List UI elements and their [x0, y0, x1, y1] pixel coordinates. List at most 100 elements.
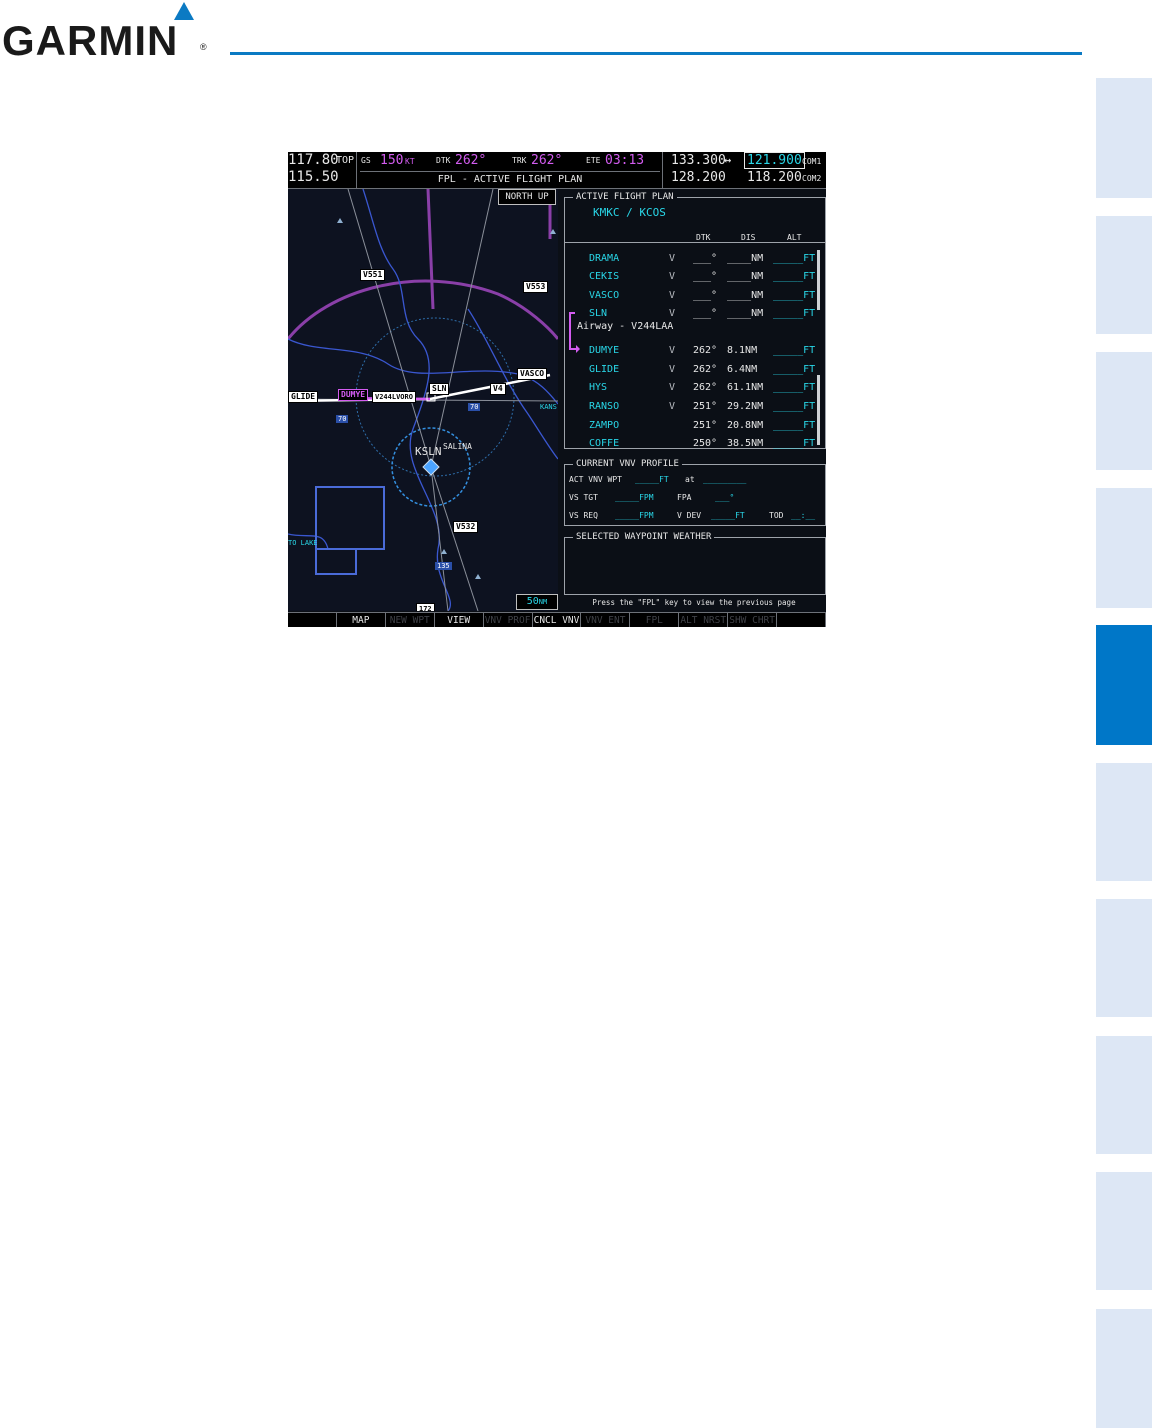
navigation-map[interactable]: V551 V553 VASCO SLN V4 GLIDE DUMYE V244L…: [288, 189, 558, 611]
fpl-row[interactable]: DRAMA V ___° ____NM _____FT: [565, 250, 825, 268]
fpl-row-waypoint: RANSO: [589, 401, 620, 412]
section-tab-5-active[interactable]: [1096, 625, 1152, 745]
fpl-col-dis: DIS: [741, 233, 756, 242]
com1-active[interactable]: 133.300: [671, 153, 726, 168]
com1-standby[interactable]: 121.900: [744, 152, 805, 169]
gs-unit: KT: [405, 157, 415, 166]
fpl-row-alt: _____FT: [773, 364, 816, 375]
fpl-row-alt: _____FT: [773, 345, 816, 356]
fpl-row-waypoint: DUMYE: [589, 345, 620, 356]
fpl-row-vnv-indicator: V: [669, 382, 676, 393]
fpl-row[interactable]: ZAMPO 251° 20.8NM _____FT: [565, 417, 825, 435]
section-tab-6[interactable]: [1096, 763, 1152, 881]
section-tab-1[interactable]: [1096, 78, 1152, 198]
fpl-row-dis: 20.8NM: [727, 420, 764, 431]
section-tab-7[interactable]: [1096, 899, 1152, 1017]
vnv-vs-req-value: _____FPM: [615, 511, 654, 520]
vnv-at-label: at: [685, 475, 695, 484]
fpl-airway[interactable]: Airway - V244LAA: [577, 321, 673, 332]
fpl-row-vnv-indicator: V: [669, 271, 676, 282]
fpl-row-dtk: 262°: [693, 345, 718, 356]
map-orientation[interactable]: NORTH UP: [498, 189, 556, 205]
scrollbar[interactable]: [817, 250, 821, 445]
fpl-row-alt: _____FT: [773, 308, 816, 319]
fpl-row[interactable]: VASCO V ___° ____NM _____FT: [565, 287, 825, 305]
gs-label: GS: [361, 156, 371, 165]
map-label-sln: SLN: [429, 383, 450, 395]
trk-label: TRK: [512, 156, 527, 165]
map-label-glide: GLIDE: [288, 391, 319, 403]
vnv-vs-tgt-value[interactable]: _____FPM: [615, 493, 654, 502]
fpl-row-dis: 61.1NM: [727, 382, 764, 393]
fpl-row-dis: 8.1NM: [727, 345, 758, 356]
fpl-row-alt: _____FT: [773, 420, 816, 431]
nav1-frequency[interactable]: 117.80: [288, 152, 339, 168]
softkey-6[interactable]: CNCL VNV: [533, 613, 582, 627]
top-label: TOP: [336, 155, 355, 166]
nav2-frequency[interactable]: 115.50: [288, 169, 339, 185]
fpl-row[interactable]: GLIDE V 262° 6.4NM _____FT: [565, 361, 825, 379]
softkey-7[interactable]: VNV ENT: [581, 613, 631, 627]
section-tab-8[interactable]: [1096, 1036, 1152, 1154]
fpl-route[interactable]: KMKC / KCOS: [593, 206, 666, 219]
gs-value: 150: [380, 153, 404, 168]
com2-label: COM2: [802, 174, 822, 183]
fpl-row-waypoint: CEKIS: [589, 271, 620, 282]
map-label-v553: V553: [523, 281, 549, 293]
softkey-4[interactable]: VIEW: [435, 613, 484, 627]
fpl-row[interactable]: DUMYE V 262° 8.1NM _____FT: [565, 342, 825, 360]
map-label-salina: SALINA: [443, 442, 472, 451]
top-separator: [356, 152, 357, 188]
com1-label: COM1: [802, 157, 822, 166]
map-label-highway-70a: 70: [336, 415, 349, 423]
map-label-highway-135: 135: [435, 562, 452, 570]
softkey-2[interactable]: MAP: [337, 613, 386, 627]
fpl-row[interactable]: COFFE 250° 38.5NM _____FT: [565, 435, 825, 453]
vnv-act-wpt-name: _________: [703, 475, 747, 484]
map-label-v4: V4: [490, 383, 506, 395]
softkey-1[interactable]: [288, 613, 337, 627]
fpl-row-vnv-indicator: V: [669, 253, 676, 264]
fpl-row-alt: _____FT: [773, 271, 816, 282]
section-tab-2[interactable]: [1096, 216, 1152, 334]
section-tab-9[interactable]: [1096, 1172, 1152, 1290]
softkey-bar: MAP NEW WPT VIEW VNV PROF CNCL VNV VNV ENT FPL…: [288, 612, 826, 627]
map-label-vasco: VASCO: [517, 368, 548, 380]
fpl-row[interactable]: RANSO V 251° 29.2NM _____FT: [565, 398, 825, 416]
section-tab-4[interactable]: [1096, 488, 1152, 608]
trk-value: 262°: [531, 153, 563, 168]
header-rule: [230, 52, 1082, 55]
softkey-9[interactable]: ALT NRST: [679, 613, 729, 627]
com2-active[interactable]: 128.200: [671, 170, 726, 185]
vnv-fpa-value[interactable]: ___°: [715, 493, 734, 502]
vnv-act-wpt-alt: _____FT: [635, 475, 669, 484]
fpl-row[interactable]: CEKIS V ___° ____NM _____FT: [565, 268, 825, 286]
map-label-172: 172: [416, 603, 435, 611]
com-swap-icon: ↔: [724, 153, 732, 167]
fpl-row-waypoint: VASCO: [589, 290, 620, 301]
map-label-kans: KANS: [540, 403, 557, 411]
fpl-row-dtk: 262°: [693, 382, 718, 393]
softkey-10[interactable]: SHW CHRT: [728, 613, 778, 627]
map-label-ksln: KSLN: [415, 445, 442, 458]
softkey-8[interactable]: FPL: [630, 613, 680, 627]
fpl-row-waypoint: ZAMPO: [589, 420, 620, 431]
softkey-3[interactable]: NEW WPT: [386, 613, 435, 627]
com2-standby[interactable]: 118.200: [747, 170, 802, 185]
page-title: FPL - ACTIVE FLIGHT PLAN: [360, 171, 660, 188]
softkey-5[interactable]: VNV PROF: [484, 613, 533, 627]
section-tab-3[interactable]: [1096, 352, 1152, 470]
fpl-panel-title: ACTIVE FLIGHT PLAN: [573, 191, 677, 203]
garmin-triangle-icon: [174, 2, 194, 20]
vnv-vdev-value: _____FT: [711, 511, 745, 520]
fpl-row-dtk: 250°: [693, 438, 718, 449]
fpl-row-alt: _____FT: [773, 382, 816, 393]
fpl-row-waypoint: GLIDE: [589, 364, 620, 375]
softkey-11[interactable]: [777, 613, 826, 627]
map-label-highway-70b: 70: [468, 403, 481, 411]
fpl-row-vnv-indicator: V: [669, 345, 676, 356]
registered-mark: ®: [200, 42, 207, 52]
fpl-row[interactable]: HYS V 262° 61.1NM _____FT: [565, 379, 825, 397]
map-range-scale[interactable]: 50NM: [516, 594, 558, 610]
section-tab-10[interactable]: [1096, 1309, 1152, 1428]
